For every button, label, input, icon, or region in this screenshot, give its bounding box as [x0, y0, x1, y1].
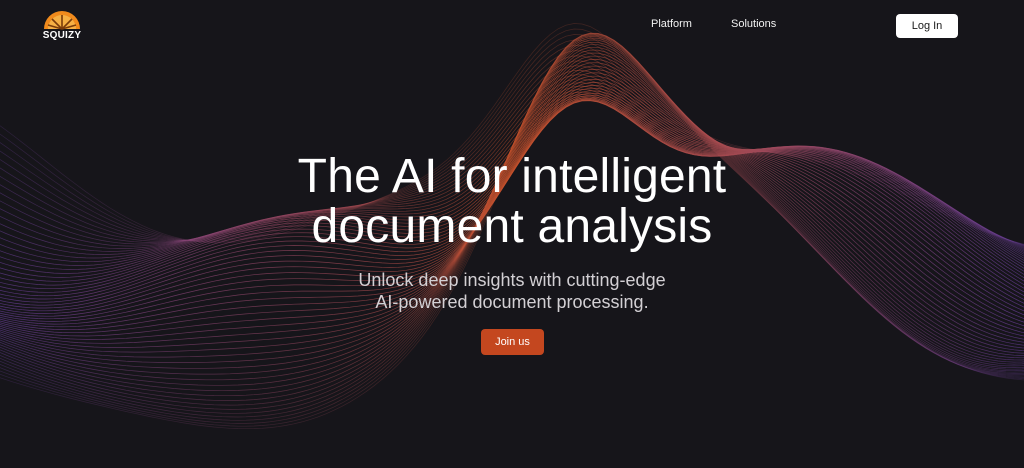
brand-logo[interactable]: SQUIZY	[40, 10, 84, 44]
hero-title-line-1: The AI for intelligent	[297, 150, 727, 203]
nav-platform-link[interactable]: Platform	[651, 18, 692, 30]
hero-subtitle-line-2: AI-powered document processing.	[375, 292, 649, 312]
orange-slice-icon	[44, 11, 80, 30]
login-button[interactable]: Log In	[896, 14, 958, 38]
hero-title-line-2-wrap: document analysis	[0, 200, 1024, 254]
hero-subtitle-line-1: Unlock deep insights with cutting-edge	[358, 270, 666, 290]
hero-title-line-2: document analysis	[311, 200, 713, 253]
hero-title-line-1-wrap: The AI for intelligent	[0, 150, 1024, 204]
nav-solutions-link[interactable]: Solutions	[731, 18, 776, 30]
join-us-button[interactable]: Join us	[481, 329, 544, 355]
brand-name: SQUIZY	[42, 30, 82, 41]
